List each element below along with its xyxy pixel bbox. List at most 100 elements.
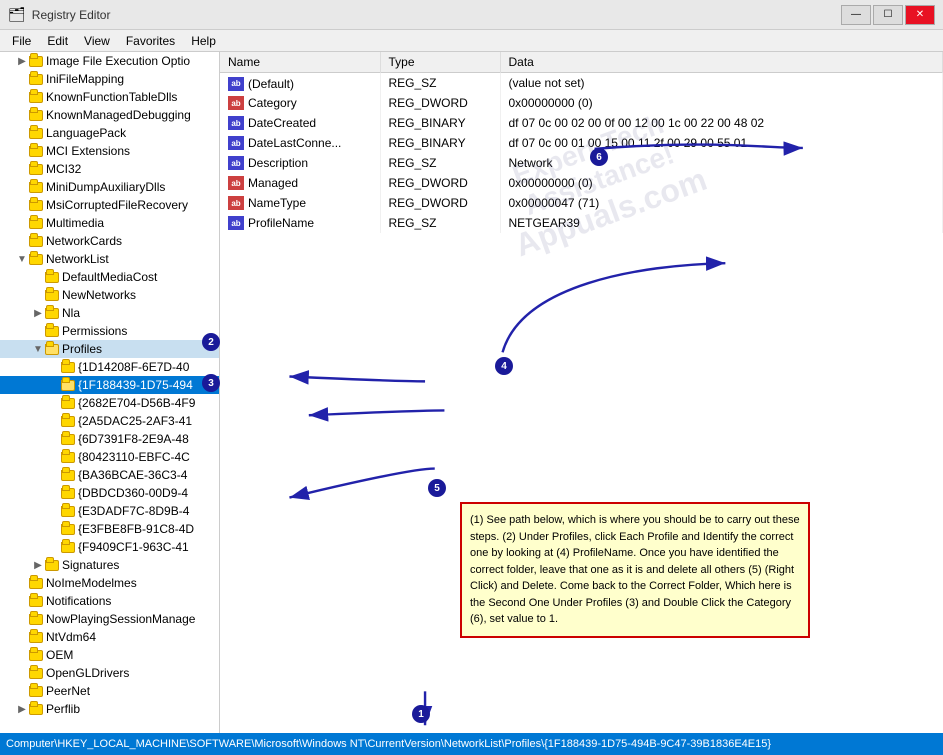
- tree-item-profile8[interactable]: {DBDCD360-00D9-4: [0, 484, 219, 502]
- registry-values-table: Name Type Data ab(Default) REG_SZ (value…: [220, 52, 943, 233]
- badge-6: 6: [590, 148, 608, 166]
- tree-item-ntvdm64[interactable]: NtVdm64: [0, 628, 219, 646]
- folder-icon: [28, 666, 44, 680]
- folder-icon: [60, 540, 76, 554]
- tree-label: IniFileMapping: [46, 72, 124, 86]
- tree-item-profile3[interactable]: {2682E704-D56B-4F9: [0, 394, 219, 412]
- tree-item-peernet[interactable]: PeerNet: [0, 682, 219, 700]
- badge-3: 3: [202, 374, 220, 392]
- table-row[interactable]: abDateCreated REG_BINARY df 07 0c 00 02 …: [220, 113, 943, 133]
- tree-item-multimedia[interactable]: Multimedia: [0, 214, 219, 232]
- tree-item-profile7[interactable]: {BA36BCAE-36C3-4: [0, 466, 219, 484]
- tree-label: Multimedia: [46, 216, 104, 230]
- tree-item-inifilemapping[interactable]: IniFileMapping: [0, 70, 219, 88]
- tree-label: {1D14208F-6E7D-40: [78, 360, 189, 374]
- menu-view[interactable]: View: [76, 32, 118, 50]
- tree-item-permissions[interactable]: Permissions: [0, 322, 219, 340]
- annotation-text: (1) See path below, which is where you s…: [470, 514, 800, 625]
- tree-item-languagepack[interactable]: LanguagePack: [0, 124, 219, 142]
- tree-item-profile9[interactable]: {E3DADF7C-8D9B-4: [0, 502, 219, 520]
- maximize-button[interactable]: ☐: [873, 5, 903, 25]
- menu-help[interactable]: Help: [183, 32, 224, 50]
- table-row[interactable]: abDescription REG_SZ Network: [220, 153, 943, 173]
- toggle-icon: ▶: [16, 704, 28, 715]
- table-row[interactable]: abDateLastConne... REG_BINARY df 07 0c 0…: [220, 133, 943, 153]
- tree-item-profile2[interactable]: {1F188439-1D75-494: [0, 376, 219, 394]
- tree-item-signatures[interactable]: ▶ Signatures: [0, 556, 219, 574]
- tree-label: NewNetworks: [62, 288, 136, 302]
- tree-item-profile11[interactable]: {F9409CF1-963C-41: [0, 538, 219, 556]
- tree-item-nowplaying[interactable]: NowPlayingSessionManage: [0, 610, 219, 628]
- folder-icon: [28, 144, 44, 158]
- tree-item-imagefileexecution[interactable]: ▶ Image File Execution Optio: [0, 52, 219, 70]
- folder-icon: [44, 306, 60, 320]
- tree-item-knownmanaged[interactable]: KnownManagedDebugging: [0, 106, 219, 124]
- folder-icon: [28, 216, 44, 230]
- tree-label: KnownManagedDebugging: [46, 108, 191, 122]
- table-row[interactable]: abManaged REG_DWORD 0x00000000 (0): [220, 173, 943, 193]
- folder-icon: [28, 90, 44, 104]
- close-button[interactable]: ✕: [905, 5, 935, 25]
- tree-item-networklist[interactable]: ▼ NetworkList: [0, 250, 219, 268]
- tree-label: {BA36BCAE-36C3-4: [78, 468, 187, 482]
- tree-item-knownfunctiontable[interactable]: KnownFunctionTableDlls: [0, 88, 219, 106]
- tree-item-notifications[interactable]: Notifications: [0, 592, 219, 610]
- folder-icon: [60, 396, 76, 410]
- tree-item-profile1[interactable]: {1D14208F-6E7D-40: [0, 358, 219, 376]
- badge-4: 4: [495, 357, 513, 375]
- tree-label: {E3DADF7C-8D9B-4: [78, 504, 189, 518]
- toggle-icon: ▶: [32, 308, 44, 319]
- tree-item-msicorrupted[interactable]: MsiCorruptedFileRecovery: [0, 196, 219, 214]
- col-data[interactable]: Data: [500, 52, 943, 73]
- table-row[interactable]: ab(Default) REG_SZ (value not set): [220, 73, 943, 93]
- folder-icon: [28, 126, 44, 140]
- tree-item-perflib[interactable]: ▶ Perflib: [0, 700, 219, 718]
- main-content: ▶ Image File Execution Optio IniFileMapp…: [0, 52, 943, 733]
- col-name[interactable]: Name: [220, 52, 380, 73]
- tree-label: DefaultMediaCost: [62, 270, 157, 284]
- tree-item-mciextensions[interactable]: MCI Extensions: [0, 142, 219, 160]
- folder-icon: [28, 594, 44, 608]
- tree-item-opengldrivers[interactable]: OpenGLDrivers: [0, 664, 219, 682]
- folder-icon: [60, 360, 76, 374]
- tree-item-profile4[interactable]: {2A5DAC25-2AF3-41: [0, 412, 219, 430]
- title-bar: 🗂 Registry Editor — ☐ ✕: [0, 0, 943, 30]
- folder-icon: [28, 684, 44, 698]
- ab-icon: ab: [228, 216, 244, 230]
- tree-label: {1F188439-1D75-494: [78, 378, 193, 392]
- folder-icon: [28, 54, 44, 68]
- col-type[interactable]: Type: [380, 52, 500, 73]
- folder-icon: [28, 108, 44, 122]
- status-bar: Computer\HKEY_LOCAL_MACHINE\SOFTWARE\Mic…: [0, 733, 943, 755]
- tree-item-minidump[interactable]: MiniDumpAuxiliaryDlls: [0, 178, 219, 196]
- menu-favorites[interactable]: Favorites: [118, 32, 183, 50]
- tree-item-defaultmediacost[interactable]: DefaultMediaCost: [0, 268, 219, 286]
- table-row[interactable]: abProfileName REG_SZ NETGEAR39: [220, 213, 943, 233]
- menu-file[interactable]: File: [4, 32, 39, 50]
- table-row[interactable]: abNameType REG_DWORD 0x00000047 (71): [220, 193, 943, 213]
- tree-label: {F9409CF1-963C-41: [78, 540, 189, 554]
- tree-label: LanguagePack: [46, 126, 126, 140]
- annotation-box: (1) See path below, which is where you s…: [460, 502, 810, 638]
- tree-item-profile10[interactable]: {E3FBE8FB-91C8-4D: [0, 520, 219, 538]
- registry-tree[interactable]: ▶ Image File Execution Optio IniFileMapp…: [0, 52, 220, 733]
- folder-icon: [28, 252, 44, 266]
- tree-item-profile6[interactable]: {80423110-EBFC-4C: [0, 448, 219, 466]
- folder-icon: [28, 180, 44, 194]
- table-row[interactable]: abCategory REG_DWORD 0x00000000 (0): [220, 93, 943, 113]
- tree-item-networkcards[interactable]: NetworkCards: [0, 232, 219, 250]
- tree-item-noimemodelmes[interactable]: NoImeModelmes: [0, 574, 219, 592]
- folder-icon: [28, 234, 44, 248]
- tree-item-oem[interactable]: OEM: [0, 646, 219, 664]
- tree-item-profiles[interactable]: ▼ Profiles: [0, 340, 219, 358]
- minimize-button[interactable]: —: [841, 5, 871, 25]
- tree-item-newnetworks[interactable]: NewNetworks: [0, 286, 219, 304]
- tree-item-profile5[interactable]: {6D7391F8-2E9A-48: [0, 430, 219, 448]
- folder-icon: [60, 378, 76, 392]
- tree-label: NetworkCards: [46, 234, 122, 248]
- tree-item-nla[interactable]: ▶ Nla: [0, 304, 219, 322]
- menu-edit[interactable]: Edit: [39, 32, 76, 50]
- tree-item-mci32[interactable]: MCI32: [0, 160, 219, 178]
- registry-values-panel: Expert Tech Assistance! Appuals.com Name…: [220, 52, 943, 733]
- tree-label: {6D7391F8-2E9A-48: [78, 432, 189, 446]
